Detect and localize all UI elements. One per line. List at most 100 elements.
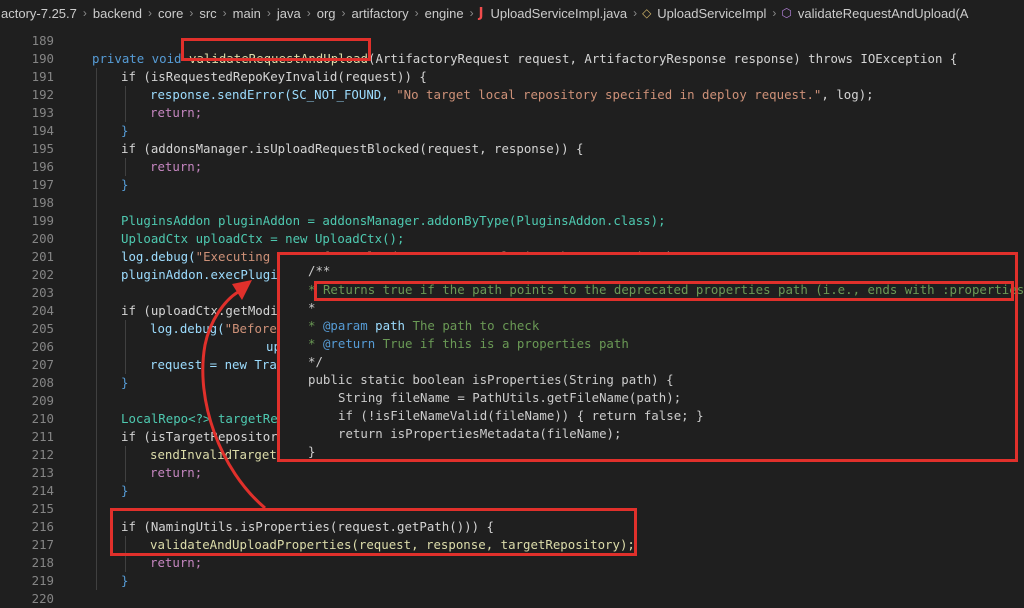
javadoc-close: */ bbox=[308, 354, 323, 369]
code-line: 200 UploadCtx uploadCtx = new UploadCtx()… bbox=[0, 230, 1024, 248]
return-keyword: return; bbox=[150, 105, 203, 120]
breadcrumb-src[interactable]: src bbox=[198, 6, 217, 21]
code-line: 199 PluginsAddon pluginAddon = addonsMana… bbox=[0, 212, 1024, 230]
closing-brace: } bbox=[121, 177, 129, 192]
line-number: 217 bbox=[31, 537, 54, 552]
chevron-right-icon: › bbox=[414, 6, 419, 20]
line-number: 208 bbox=[31, 375, 54, 390]
line-number: 204 bbox=[31, 303, 54, 318]
code-text: log.debug( bbox=[121, 249, 196, 264]
return-keyword: return; bbox=[150, 465, 203, 480]
line-number: 220 bbox=[31, 591, 54, 606]
line-number: 218 bbox=[31, 555, 54, 570]
code-text: response.sendError(SC_NOT_FOUND, bbox=[150, 87, 397, 102]
code-line: 191 if (isRequestedRepoKeyInvalid(request… bbox=[0, 68, 1024, 86]
code-line: 192 response.sendError(SC_NOT_FOUND, "No … bbox=[0, 86, 1024, 104]
code-text: UploadCtx uploadCtx = new UploadCtx(); bbox=[121, 231, 405, 246]
code-text: log.debug( bbox=[150, 321, 225, 336]
line-number: 190 bbox=[31, 51, 54, 66]
code-text: PluginsAddon pluginAddon = addonsManager… bbox=[121, 213, 666, 228]
chevron-right-icon: › bbox=[82, 6, 87, 20]
definition-preview-popup[interactable]: /** * Returns true if the path points to… bbox=[277, 252, 1024, 462]
method-signature: (ArtifactoryRequest request, Artifactory… bbox=[368, 51, 958, 66]
chevron-right-icon: › bbox=[189, 6, 194, 20]
line-number: 205 bbox=[31, 321, 54, 336]
line-number: 219 bbox=[31, 573, 54, 588]
breadcrumb-core[interactable]: core bbox=[157, 6, 184, 21]
method-name-highlight bbox=[181, 38, 371, 61]
string-literal: "Before bbox=[224, 321, 277, 336]
line-number: 192 bbox=[31, 87, 54, 102]
code-line: 194} bbox=[0, 122, 1024, 140]
line-number: 189 bbox=[31, 33, 54, 48]
code-text: sendInvalidTarget bbox=[150, 447, 277, 462]
line-number: 216 bbox=[31, 519, 54, 534]
line-number: 195 bbox=[31, 141, 54, 156]
javadoc-summary-highlight bbox=[314, 281, 1014, 301]
javadoc-param-tag: @param bbox=[322, 318, 368, 333]
return-keyword: return; bbox=[150, 555, 203, 570]
popup-body-line: if (!isFileNameValid(fileName)) { return… bbox=[338, 408, 704, 423]
closing-brace: } bbox=[121, 483, 129, 498]
code-line: 213 return; bbox=[0, 464, 1024, 482]
method-modifiers: private void bbox=[92, 51, 189, 66]
line-number: 191 bbox=[31, 69, 54, 84]
line-number: 206 bbox=[31, 339, 54, 354]
breadcrumb-main[interactable]: main bbox=[232, 6, 262, 21]
breadcrumb-java[interactable]: java bbox=[276, 6, 302, 21]
popup-signature: public static boolean isProperties(Strin… bbox=[308, 372, 674, 387]
line-number: 202 bbox=[31, 267, 54, 282]
line-number: 199 bbox=[31, 213, 54, 228]
javadoc-star: * bbox=[308, 318, 316, 333]
breadcrumb-backend[interactable]: backend bbox=[92, 6, 143, 21]
line-number: 193 bbox=[31, 105, 54, 120]
closing-brace: } bbox=[121, 573, 129, 588]
closing-brace: } bbox=[121, 123, 129, 138]
code-line: 195 if (addonsManager.isUploadRequestBloc… bbox=[0, 140, 1024, 158]
javadoc-open: /** bbox=[308, 263, 331, 278]
line-number: 211 bbox=[31, 429, 54, 444]
code-line: 190 private void validateRequestAndUpload… bbox=[0, 50, 1024, 68]
chevron-right-icon: › bbox=[469, 6, 474, 20]
code-text: pluginAddon.execPlugi bbox=[121, 267, 278, 282]
code-text: request = new Tra bbox=[150, 357, 277, 372]
javadoc-param-desc: The path to check bbox=[412, 318, 540, 333]
line-number: 213 bbox=[31, 465, 54, 480]
code-line: 189 bbox=[0, 32, 1024, 50]
call-site-highlight bbox=[110, 508, 637, 556]
javadoc-return-tag: @return bbox=[322, 336, 376, 351]
code-line: 198 bbox=[0, 194, 1024, 212]
closing-brace: } bbox=[121, 375, 129, 390]
line-number: 212 bbox=[31, 447, 54, 462]
code-line: 219} bbox=[0, 572, 1024, 590]
code-line: 220 bbox=[0, 590, 1024, 608]
breadcrumb-engine[interactable]: engine bbox=[424, 6, 465, 21]
code-line: 218 return; bbox=[0, 554, 1024, 572]
javadoc-star: * bbox=[308, 336, 316, 351]
return-keyword: return; bbox=[150, 159, 203, 174]
popup-body-line: String fileName = PathUtils.getFileName(… bbox=[338, 390, 682, 405]
code-line: 193 return; bbox=[0, 104, 1024, 122]
javadoc-return-desc: True if this is a properties path bbox=[382, 336, 629, 351]
breadcrumb: actory-7.25.7 › backend › core › src › main ›… bbox=[0, 0, 1024, 26]
breadcrumb-project[interactable]: actory-7.25.7 bbox=[0, 6, 78, 21]
chevron-right-icon: › bbox=[772, 6, 777, 20]
code-text: if (isRequestedRepoKeyInvalid(request)) … bbox=[121, 69, 427, 84]
line-number: 198 bbox=[31, 195, 54, 210]
breadcrumb-class[interactable]: UploadServiceImpl bbox=[656, 6, 767, 21]
code-text: if (isTargetRepositor bbox=[121, 429, 278, 444]
popup-closing-brace: } bbox=[308, 444, 316, 459]
breadcrumb-artifactory[interactable]: artifactory bbox=[351, 6, 410, 21]
chevron-right-icon: › bbox=[341, 6, 346, 20]
breadcrumb-org[interactable]: org bbox=[316, 6, 337, 21]
breadcrumb-file[interactable]: UploadServiceImpl.java bbox=[489, 6, 628, 21]
line-number: 201 bbox=[31, 249, 54, 264]
chevron-right-icon: › bbox=[148, 6, 153, 20]
chevron-right-icon: › bbox=[266, 6, 271, 20]
code-line: 214} bbox=[0, 482, 1024, 500]
breadcrumb-method[interactable]: validateRequestAndUpload(A bbox=[797, 6, 970, 21]
line-number: 214 bbox=[31, 483, 54, 498]
line-number: 215 bbox=[31, 501, 54, 516]
line-number: 203 bbox=[31, 285, 54, 300]
line-number: 196 bbox=[31, 159, 54, 174]
